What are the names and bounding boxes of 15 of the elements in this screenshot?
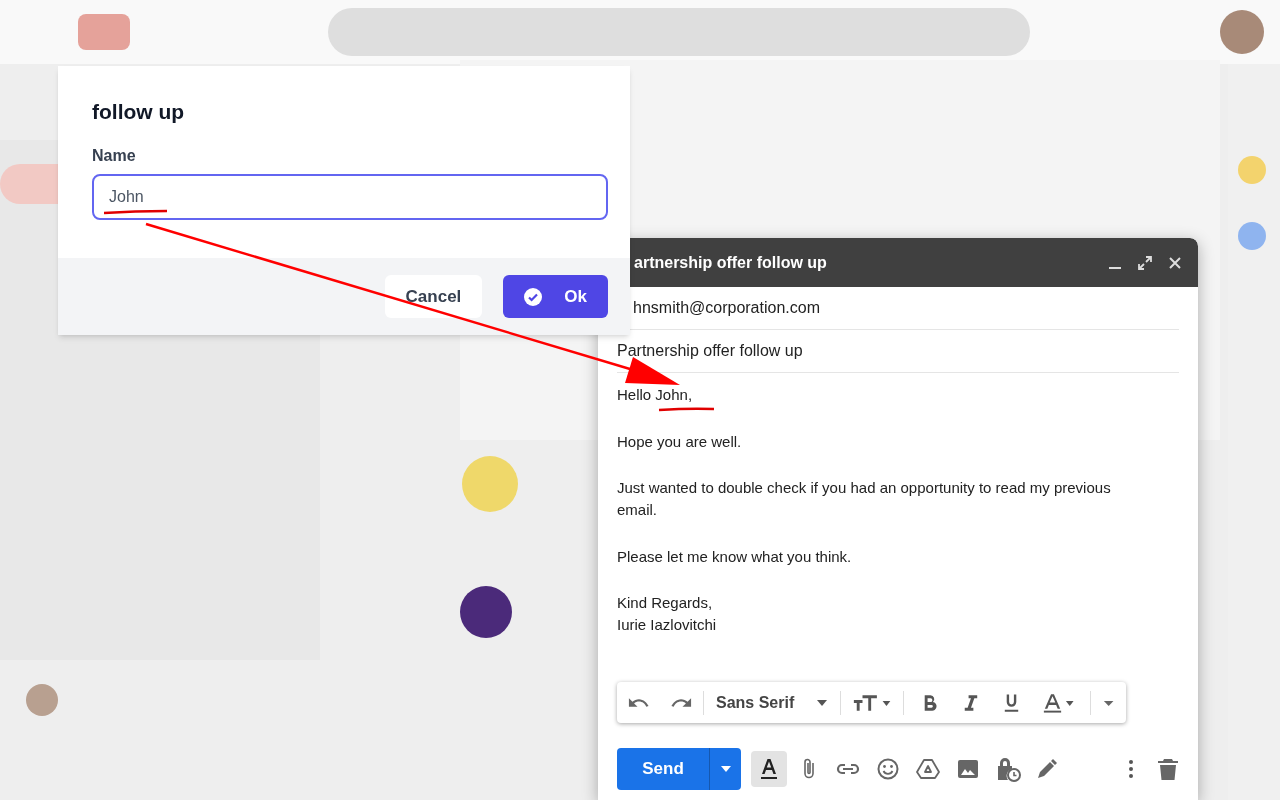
cancel-button[interactable]: Cancel — [384, 275, 483, 318]
dialog-title: follow up — [92, 99, 186, 125]
name-input-field[interactable]: John — [92, 174, 608, 220]
field-label: Name — [92, 146, 137, 166]
send-button[interactable]: Send — [617, 748, 709, 790]
font-dropdown[interactable]: Sans Serif — [713, 690, 831, 715]
ok-button[interactable]: Ok — [503, 275, 608, 318]
body-paragraph: Hope you are well. — [617, 431, 742, 452]
body-paragraph: Kind Regards, Iurie Iazlovitchi — [617, 593, 717, 635]
subject-text[interactable]: Partnership offer follow up — [617, 339, 803, 363]
compose-title: artnership offer follow up — [634, 252, 828, 273]
body-paragraph: Hello John, — [617, 385, 693, 405]
recipient-text[interactable]: hnsmith@corporation.com — [633, 296, 820, 320]
body-paragraph: Please let me know what you think. — [617, 546, 852, 567]
body-paragraph: Just wanted to double check if you had an opportunity to read my previous email. — [617, 478, 1112, 520]
